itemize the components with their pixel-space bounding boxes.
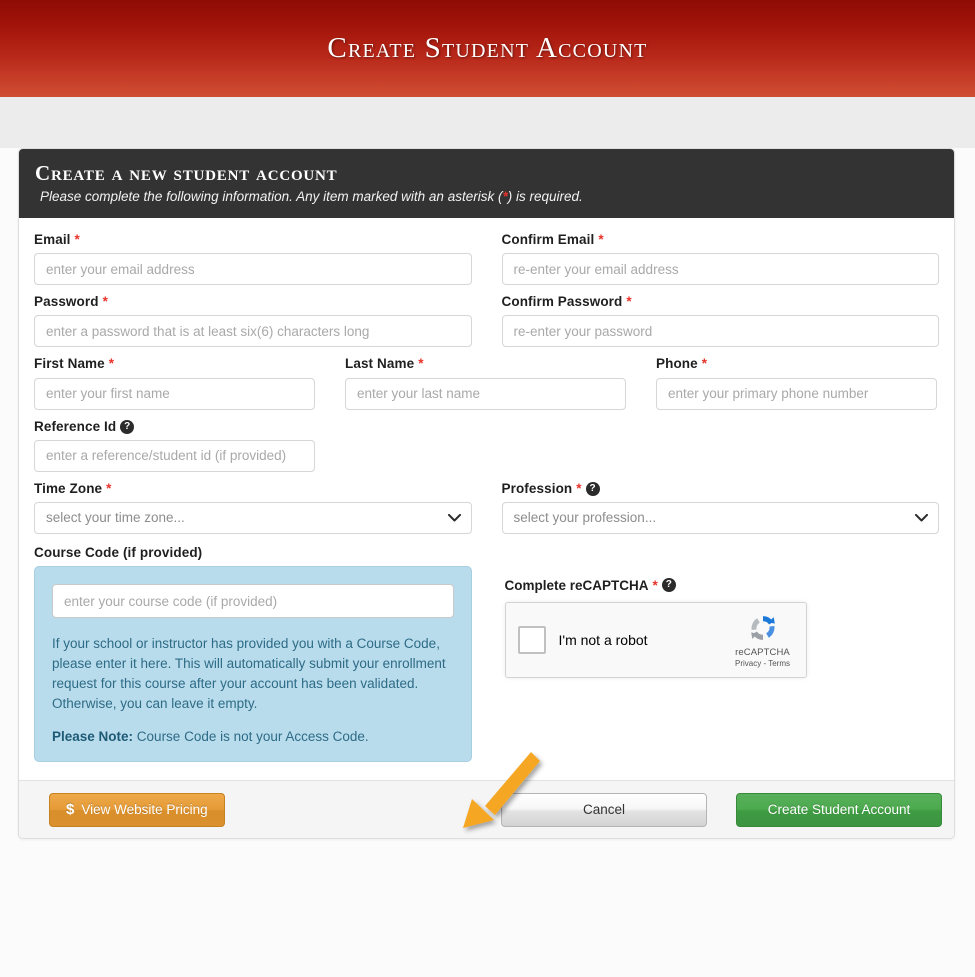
- label-reference-id: Reference Id ?: [34, 419, 315, 435]
- label-time-zone-text: Time Zone: [34, 480, 103, 496]
- label-reference-id-text: Reference Id: [34, 418, 117, 434]
- form-row-name-phone: First Name * Last Name * Phone *: [34, 356, 939, 410]
- help-icon[interactable]: ?: [661, 578, 676, 593]
- field-group-first-name: First Name *: [34, 356, 315, 410]
- recaptcha-brand-text: reCAPTCHA: [735, 647, 790, 659]
- label-password: Password *: [34, 294, 472, 310]
- form-row-password: Password * Confirm Password *: [34, 294, 940, 348]
- time-zone-select-wrap: select your time zone...: [34, 501, 472, 534]
- field-group-email: Email *: [34, 232, 472, 286]
- confirm-password-input[interactable]: [501, 315, 939, 348]
- field-group-reference-id: Reference Id ?: [34, 419, 315, 472]
- label-last-name: Last Name *: [345, 356, 626, 372]
- field-group-confirm-email: Confirm Email *: [501, 232, 940, 286]
- please-note-label: Please Note:: [52, 729, 134, 745]
- create-student-account-button[interactable]: Create Student Account: [736, 792, 942, 827]
- required-asterisk: *: [626, 294, 632, 310]
- label-captcha-text: Complete reCAPTCHA: [504, 577, 649, 593]
- course-code-input[interactable]: [52, 584, 454, 619]
- label-course-code-text: Course Code (if provided): [34, 544, 203, 560]
- label-course-code: Course Code (if provided): [34, 545, 472, 561]
- required-asterisk: *: [74, 232, 80, 247]
- label-confirm-password: Confirm Password *: [502, 294, 940, 310]
- required-asterisk: *: [652, 577, 658, 593]
- field-group-phone: Phone *: [656, 356, 937, 410]
- password-input[interactable]: [34, 315, 472, 348]
- recaptcha-label: I'm not a robot: [558, 631, 648, 648]
- label-captcha: Complete reCAPTCHA * ?: [505, 578, 940, 593]
- label-confirm-email-text: Confirm Email: [501, 232, 595, 247]
- field-group-confirm-password: Confirm Password *: [501, 294, 940, 348]
- label-confirm-password-text: Confirm Password: [501, 294, 623, 310]
- field-group-profession: Profession * ? select your profession...: [501, 481, 940, 534]
- course-code-please-note: Please Note: Course Code is not your Acc…: [52, 727, 454, 747]
- panel-footer: $ View Website Pricing Cancel Create Stu…: [19, 780, 954, 839]
- phone-input[interactable]: [656, 377, 937, 410]
- cancel-button-label: Cancel: [582, 802, 626, 818]
- panel-subheading: Please complete the following informatio…: [40, 189, 938, 204]
- form-row-timezone-profession: Time Zone * select your time zone... Pro…: [34, 481, 939, 534]
- last-name-input[interactable]: [345, 377, 626, 410]
- create-account-panel: Create a new student account Please comp…: [18, 148, 955, 840]
- label-email: Email *: [34, 232, 472, 248]
- form-row-course-captcha: Course Code (if provided) If your school…: [34, 545, 940, 763]
- help-icon[interactable]: ?: [120, 419, 135, 434]
- required-asterisk: *: [106, 480, 112, 496]
- help-icon[interactable]: ?: [585, 481, 600, 496]
- course-code-highlight-box: If your school or instructor has provide…: [34, 566, 472, 763]
- field-group-last-name: Last Name *: [345, 356, 626, 410]
- required-asterisk: *: [108, 356, 115, 372]
- label-first-name: First Name *: [34, 356, 315, 372]
- page-title: Create Student Account: [327, 32, 648, 64]
- profession-select-wrap: select your profession...: [501, 501, 939, 534]
- dollar-icon: $: [66, 801, 75, 819]
- label-email-text: Email: [34, 232, 71, 247]
- form-body: Email * Confirm Email * Pass: [19, 218, 954, 781]
- required-asterisk: *: [418, 356, 424, 372]
- recaptcha-logo-icon: [746, 611, 780, 645]
- recaptcha-branding: reCAPTCHA Privacy - Terms: [728, 611, 806, 668]
- time-zone-select[interactable]: select your time zone...: [34, 501, 472, 534]
- field-group-time-zone: Time Zone * select your time zone...: [34, 481, 472, 534]
- recaptcha-legal-links[interactable]: Privacy - Terms: [728, 659, 798, 668]
- page-banner: Create Student Account: [0, 0, 975, 97]
- recaptcha-checkbox[interactable]: [517, 625, 546, 654]
- panel-heading: Create a new student account: [35, 161, 338, 185]
- label-confirm-email: Confirm Email *: [502, 232, 940, 248]
- cancel-button[interactable]: Cancel: [501, 792, 707, 827]
- course-code-note: If your school or instructor has provide…: [52, 636, 446, 712]
- field-group-course-code: Course Code (if provided) If your school…: [34, 545, 472, 763]
- recaptcha-widget[interactable]: I'm not a robot reCAPTCHA Privacy - Term…: [504, 601, 807, 678]
- view-website-pricing-button[interactable]: $ View Website Pricing: [49, 792, 225, 827]
- label-time-zone: Time Zone *: [34, 481, 472, 497]
- required-asterisk: *: [701, 356, 708, 372]
- first-name-input[interactable]: [34, 377, 315, 410]
- required-asterisk: *: [102, 294, 108, 310]
- required-asterisk: *: [576, 480, 582, 496]
- label-phone: Phone *: [656, 356, 937, 372]
- please-note-text: Course Code is not your Access Code.: [133, 729, 369, 745]
- field-group-password: Password *: [34, 294, 472, 348]
- required-asterisk: *: [598, 232, 604, 247]
- form-row-reference-id: Reference Id ?: [34, 419, 939, 472]
- form-row-email: Email * Confirm Email *: [34, 232, 940, 286]
- label-profession: Profession * ?: [502, 481, 940, 497]
- confirm-email-input[interactable]: [501, 253, 939, 286]
- label-last-name-text: Last Name: [345, 356, 415, 372]
- email-input[interactable]: [34, 253, 472, 286]
- view-website-pricing-label: View Website Pricing: [81, 802, 208, 818]
- page-body: Create a new student account Please comp…: [0, 148, 975, 977]
- profession-select[interactable]: select your profession...: [501, 501, 939, 534]
- reference-id-input[interactable]: [34, 439, 315, 472]
- label-password-text: Password: [34, 294, 99, 310]
- subheading-pre: Please complete the following informatio…: [40, 189, 503, 204]
- label-profession-text: Profession: [501, 480, 573, 496]
- label-phone-text: Phone: [656, 356, 698, 372]
- captcha-group: Complete reCAPTCHA * ? I'm not a robot r…: [502, 545, 940, 762]
- create-student-account-label: Create Student Account: [767, 802, 911, 818]
- subheading-post: ) is required.: [507, 189, 583, 204]
- panel-header: Create a new student account Please comp…: [19, 149, 954, 218]
- label-first-name-text: First Name: [34, 356, 105, 372]
